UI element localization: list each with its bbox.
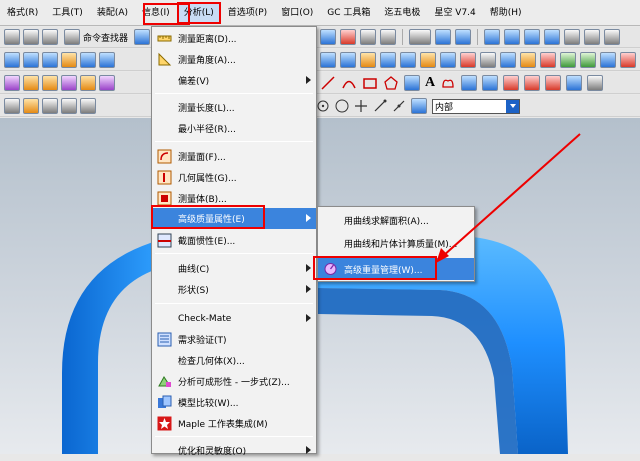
annotation-arrow: [436, 133, 581, 263]
